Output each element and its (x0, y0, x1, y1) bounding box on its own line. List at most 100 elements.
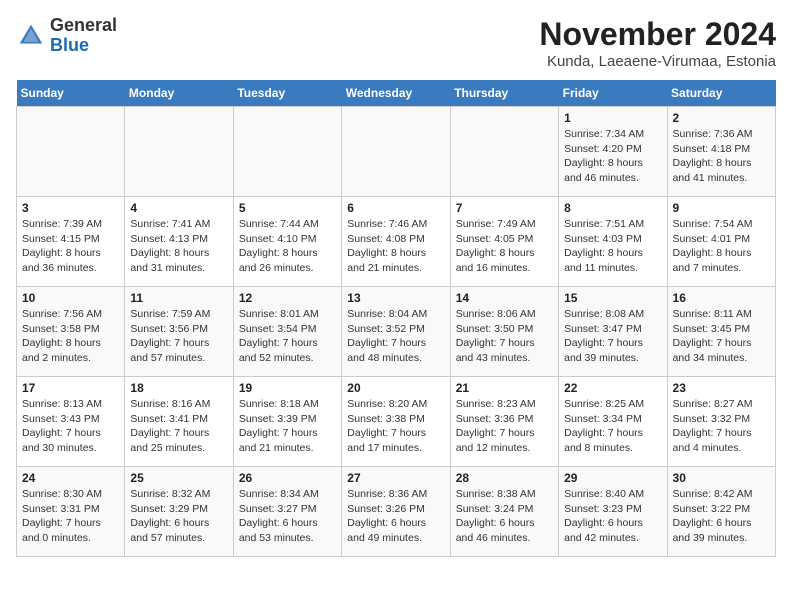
weekday-header: Tuesday (233, 80, 341, 107)
title-area: November 2024 Kunda, Laeaene-Virumaa, Es… (539, 16, 776, 70)
day-info: Sunrise: 7:34 AMSunset: 4:20 PMDaylight:… (564, 127, 661, 186)
calendar-cell: 10 Sunrise: 7:56 AMSunset: 3:58 PMDaylig… (17, 287, 125, 377)
day-info: Sunrise: 7:46 AMSunset: 4:08 PMDaylight:… (347, 217, 444, 276)
day-number: 21 (456, 381, 553, 395)
day-number: 3 (22, 201, 119, 215)
day-info: Sunrise: 7:56 AMSunset: 3:58 PMDaylight:… (22, 307, 119, 366)
calendar-cell: 21 Sunrise: 8:23 AMSunset: 3:36 PMDaylig… (450, 377, 558, 467)
calendar-cell: 6 Sunrise: 7:46 AMSunset: 4:08 PMDayligh… (342, 197, 450, 287)
calendar-cell: 1 Sunrise: 7:34 AMSunset: 4:20 PMDayligh… (559, 107, 667, 197)
calendar-week-row: 1 Sunrise: 7:34 AMSunset: 4:20 PMDayligh… (17, 107, 776, 197)
day-number: 9 (673, 201, 770, 215)
day-info: Sunrise: 8:18 AMSunset: 3:39 PMDaylight:… (239, 397, 336, 456)
day-number: 10 (22, 291, 119, 305)
weekday-header-row: SundayMondayTuesdayWednesdayThursdayFrid… (17, 80, 776, 107)
day-info: Sunrise: 8:42 AMSunset: 3:22 PMDaylight:… (673, 487, 770, 546)
day-number: 26 (239, 471, 336, 485)
day-info: Sunrise: 8:01 AMSunset: 3:54 PMDaylight:… (239, 307, 336, 366)
calendar-cell: 15 Sunrise: 8:08 AMSunset: 3:47 PMDaylig… (559, 287, 667, 377)
logo: General Blue (16, 16, 117, 56)
day-info: Sunrise: 7:51 AMSunset: 4:03 PMDaylight:… (564, 217, 661, 276)
day-number: 18 (130, 381, 227, 395)
day-number: 1 (564, 111, 661, 125)
day-info: Sunrise: 8:34 AMSunset: 3:27 PMDaylight:… (239, 487, 336, 546)
day-number: 13 (347, 291, 444, 305)
calendar-cell: 29 Sunrise: 8:40 AMSunset: 3:23 PMDaylig… (559, 467, 667, 557)
calendar-week-row: 17 Sunrise: 8:13 AMSunset: 3:43 PMDaylig… (17, 377, 776, 467)
day-number: 7 (456, 201, 553, 215)
calendar-cell (17, 107, 125, 197)
day-number: 24 (22, 471, 119, 485)
day-number: 27 (347, 471, 444, 485)
day-number: 4 (130, 201, 227, 215)
calendar-cell: 19 Sunrise: 8:18 AMSunset: 3:39 PMDaylig… (233, 377, 341, 467)
day-info: Sunrise: 8:06 AMSunset: 3:50 PMDaylight:… (456, 307, 553, 366)
day-number: 20 (347, 381, 444, 395)
day-info: Sunrise: 8:38 AMSunset: 3:24 PMDaylight:… (456, 487, 553, 546)
day-number: 12 (239, 291, 336, 305)
calendar-cell: 16 Sunrise: 8:11 AMSunset: 3:45 PMDaylig… (667, 287, 775, 377)
calendar-cell: 25 Sunrise: 8:32 AMSunset: 3:29 PMDaylig… (125, 467, 233, 557)
day-info: Sunrise: 7:41 AMSunset: 4:13 PMDaylight:… (130, 217, 227, 276)
day-number: 6 (347, 201, 444, 215)
day-number: 25 (130, 471, 227, 485)
calendar-cell: 5 Sunrise: 7:44 AMSunset: 4:10 PMDayligh… (233, 197, 341, 287)
day-info: Sunrise: 8:27 AMSunset: 3:32 PMDaylight:… (673, 397, 770, 456)
day-info: Sunrise: 7:36 AMSunset: 4:18 PMDaylight:… (673, 127, 770, 186)
calendar-cell: 2 Sunrise: 7:36 AMSunset: 4:18 PMDayligh… (667, 107, 775, 197)
page-subtitle: Kunda, Laeaene-Virumaa, Estonia (539, 53, 776, 70)
logo-icon (16, 21, 46, 51)
day-number: 22 (564, 381, 661, 395)
day-number: 29 (564, 471, 661, 485)
calendar-cell: 23 Sunrise: 8:27 AMSunset: 3:32 PMDaylig… (667, 377, 775, 467)
day-info: Sunrise: 8:23 AMSunset: 3:36 PMDaylight:… (456, 397, 553, 456)
day-info: Sunrise: 8:25 AMSunset: 3:34 PMDaylight:… (564, 397, 661, 456)
day-info: Sunrise: 7:49 AMSunset: 4:05 PMDaylight:… (456, 217, 553, 276)
calendar-cell: 30 Sunrise: 8:42 AMSunset: 3:22 PMDaylig… (667, 467, 775, 557)
weekday-header: Friday (559, 80, 667, 107)
calendar-cell (342, 107, 450, 197)
calendar-cell: 24 Sunrise: 8:30 AMSunset: 3:31 PMDaylig… (17, 467, 125, 557)
day-info: Sunrise: 8:13 AMSunset: 3:43 PMDaylight:… (22, 397, 119, 456)
day-number: 19 (239, 381, 336, 395)
weekday-header: Wednesday (342, 80, 450, 107)
day-info: Sunrise: 8:04 AMSunset: 3:52 PMDaylight:… (347, 307, 444, 366)
day-info: Sunrise: 7:59 AMSunset: 3:56 PMDaylight:… (130, 307, 227, 366)
day-number: 17 (22, 381, 119, 395)
calendar-cell (450, 107, 558, 197)
calendar-week-row: 24 Sunrise: 8:30 AMSunset: 3:31 PMDaylig… (17, 467, 776, 557)
calendar-week-row: 3 Sunrise: 7:39 AMSunset: 4:15 PMDayligh… (17, 197, 776, 287)
day-number: 2 (673, 111, 770, 125)
day-info: Sunrise: 8:32 AMSunset: 3:29 PMDaylight:… (130, 487, 227, 546)
weekday-header: Saturday (667, 80, 775, 107)
calendar-cell: 27 Sunrise: 8:36 AMSunset: 3:26 PMDaylig… (342, 467, 450, 557)
day-number: 11 (130, 291, 227, 305)
day-info: Sunrise: 8:16 AMSunset: 3:41 PMDaylight:… (130, 397, 227, 456)
day-info: Sunrise: 8:40 AMSunset: 3:23 PMDaylight:… (564, 487, 661, 546)
day-number: 30 (673, 471, 770, 485)
day-info: Sunrise: 8:11 AMSunset: 3:45 PMDaylight:… (673, 307, 770, 366)
calendar-cell (125, 107, 233, 197)
weekday-header: Monday (125, 80, 233, 107)
weekday-header: Thursday (450, 80, 558, 107)
weekday-header: Sunday (17, 80, 125, 107)
day-info: Sunrise: 7:54 AMSunset: 4:01 PMDaylight:… (673, 217, 770, 276)
day-number: 23 (673, 381, 770, 395)
header: General Blue November 2024 Kunda, Laeaen… (16, 16, 776, 70)
day-info: Sunrise: 8:30 AMSunset: 3:31 PMDaylight:… (22, 487, 119, 546)
calendar-cell: 26 Sunrise: 8:34 AMSunset: 3:27 PMDaylig… (233, 467, 341, 557)
calendar-cell: 11 Sunrise: 7:59 AMSunset: 3:56 PMDaylig… (125, 287, 233, 377)
calendar-cell: 4 Sunrise: 7:41 AMSunset: 4:13 PMDayligh… (125, 197, 233, 287)
day-info: Sunrise: 8:36 AMSunset: 3:26 PMDaylight:… (347, 487, 444, 546)
day-number: 28 (456, 471, 553, 485)
calendar-cell: 3 Sunrise: 7:39 AMSunset: 4:15 PMDayligh… (17, 197, 125, 287)
calendar-cell: 28 Sunrise: 8:38 AMSunset: 3:24 PMDaylig… (450, 467, 558, 557)
calendar-cell: 13 Sunrise: 8:04 AMSunset: 3:52 PMDaylig… (342, 287, 450, 377)
calendar-cell: 18 Sunrise: 8:16 AMSunset: 3:41 PMDaylig… (125, 377, 233, 467)
calendar-cell: 14 Sunrise: 8:06 AMSunset: 3:50 PMDaylig… (450, 287, 558, 377)
calendar-cell: 20 Sunrise: 8:20 AMSunset: 3:38 PMDaylig… (342, 377, 450, 467)
calendar-cell: 12 Sunrise: 8:01 AMSunset: 3:54 PMDaylig… (233, 287, 341, 377)
day-number: 8 (564, 201, 661, 215)
day-number: 16 (673, 291, 770, 305)
calendar-cell: 22 Sunrise: 8:25 AMSunset: 3:34 PMDaylig… (559, 377, 667, 467)
